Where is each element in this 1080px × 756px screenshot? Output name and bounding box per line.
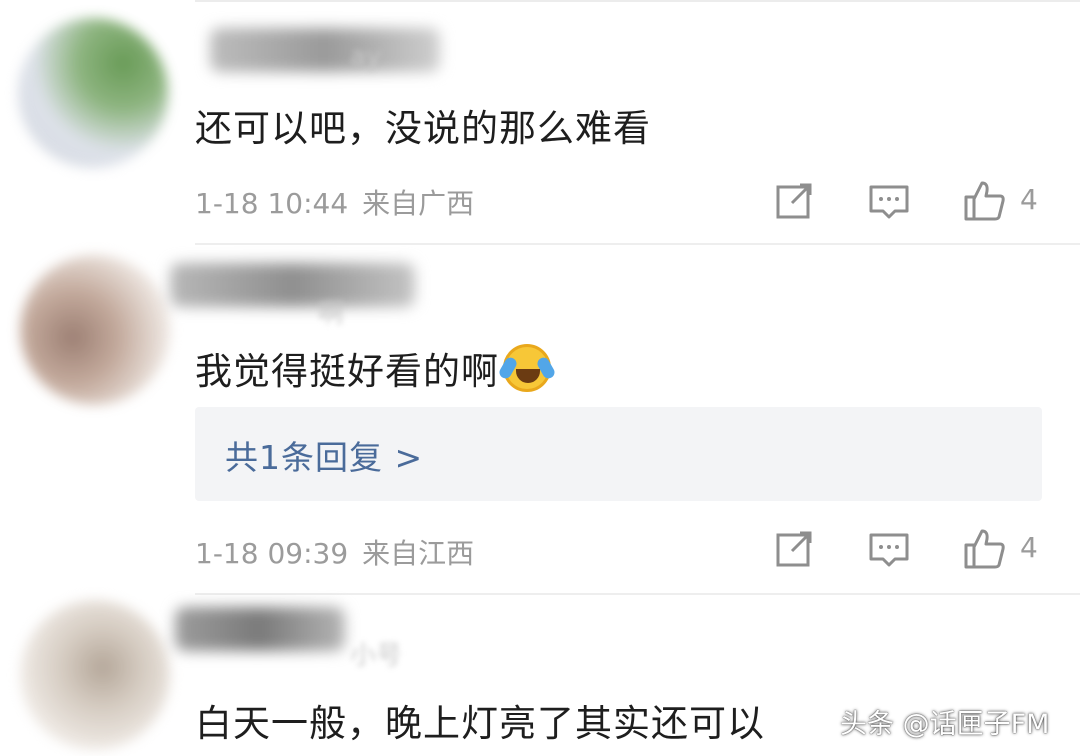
username-hint: 小号	[350, 641, 403, 671]
comment-text-content: 我觉得挺好看的啊	[195, 350, 499, 393]
reply-button[interactable]	[865, 177, 913, 225]
comment-text: 白天一般，晚上灯亮了其实还可以	[195, 702, 765, 745]
comment-item: ay 还可以吧，没说的那么难看 1-18 10:44 来自广西 4	[0, 0, 1080, 245]
reply-count-label: 共1条回复 >	[225, 438, 424, 477]
comment-icon	[869, 185, 909, 219]
reply-thread-link[interactable]: 共1条回复 >	[195, 407, 1042, 501]
avatar[interactable]	[20, 600, 170, 750]
comment-item: 啊 我觉得挺好看的啊 共1条回复 > 1-18 09:39 来自江西 4	[0, 245, 1080, 595]
comment-list: ay 还可以吧，没说的那么难看 1-18 10:44 来自广西 4 啊 我觉得挺好…	[0, 0, 1080, 756]
username-blurred[interactable]	[210, 28, 440, 72]
avatar[interactable]	[20, 255, 170, 405]
comment-actions: 4	[770, 177, 1070, 225]
username-blurred[interactable]	[170, 263, 415, 307]
comment-meta: 1-18 10:44 来自广西	[195, 182, 474, 222]
comment-text: 我觉得挺好看的啊	[195, 341, 557, 395]
comment-meta: 1-18 09:39 来自江西	[195, 532, 474, 572]
comment-location: 来自广西	[362, 187, 475, 220]
username-hint: 啊	[318, 299, 345, 329]
comment-actions: 4	[770, 525, 1070, 573]
comment-time: 1-18 10:44	[195, 187, 349, 220]
share-icon	[776, 183, 812, 219]
like-count: 4	[1020, 531, 1038, 564]
comment-text: 还可以吧，没说的那么难看	[195, 107, 651, 150]
watermark: 头条 @话匣子FM	[840, 709, 1050, 740]
like-button[interactable]	[960, 177, 1008, 225]
share-button[interactable]	[770, 177, 818, 225]
share-button[interactable]	[770, 525, 818, 573]
like-icon	[964, 181, 1005, 221]
username-blurred[interactable]	[175, 607, 345, 651]
like-icon	[964, 529, 1005, 569]
like-count: 4	[1020, 183, 1038, 216]
laughing-crying-emoji-icon	[497, 344, 557, 392]
comment-time: 1-18 09:39	[195, 537, 349, 570]
like-button[interactable]	[960, 525, 1008, 573]
comment-icon	[869, 533, 909, 567]
avatar[interactable]	[18, 18, 168, 168]
comment-location: 来自江西	[362, 537, 475, 570]
share-icon	[776, 531, 812, 567]
username-hint: ay	[350, 42, 382, 72]
reply-button[interactable]	[865, 525, 913, 573]
